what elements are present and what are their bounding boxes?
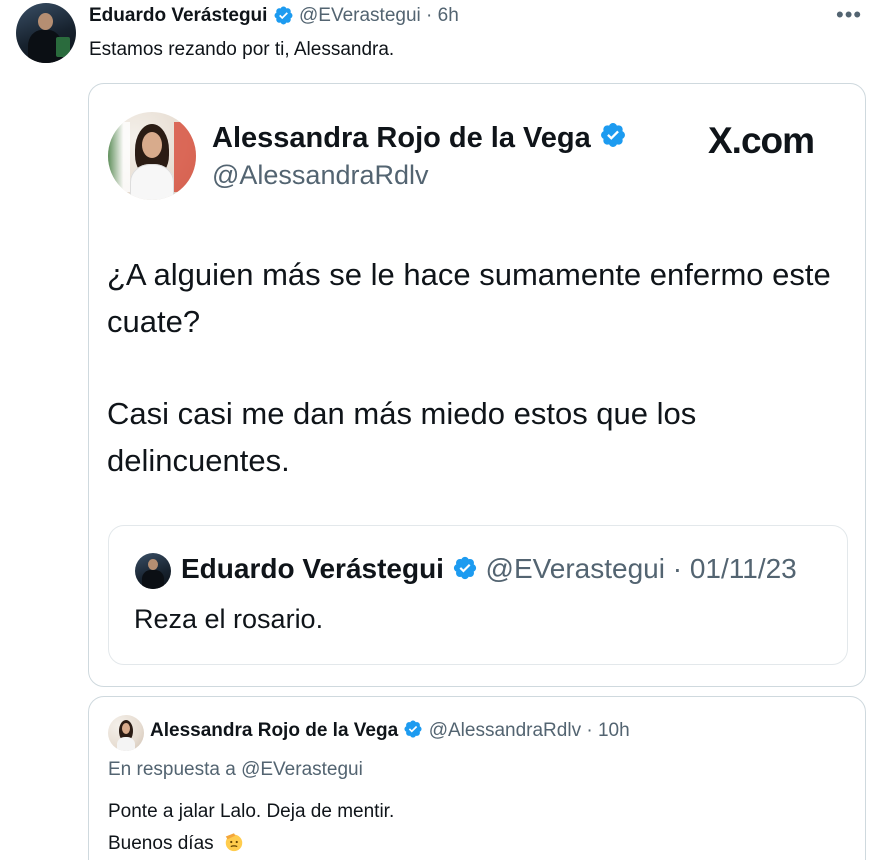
author-name[interactable]: Eduardo Verástegui <box>89 5 267 26</box>
quoted-tweet-date: 01/11/23 <box>689 553 797 584</box>
tweet-timestamp[interactable]: 6h <box>438 5 459 26</box>
avatar-body <box>142 570 164 589</box>
verified-badge-icon <box>600 123 625 147</box>
separator-dot: · <box>586 720 593 741</box>
screenshot-author-name-text: Alessandra Rojo de la Vega <box>212 122 591 154</box>
reply-timestamp[interactable]: 10h <box>598 720 630 741</box>
flag-decoration-left <box>108 122 130 192</box>
reply-text-line-with-emoji: Buenos días <box>108 831 245 855</box>
screenshot-author-name: Alessandra Rojo de la Vega <box>212 121 627 155</box>
quoted-author-handle: @EVerastegui <box>485 553 665 584</box>
verified-badge-icon <box>453 556 476 580</box>
avatar-face <box>142 132 162 158</box>
quoted-author-name: Eduardo Verástegui <box>181 553 444 584</box>
attached-image[interactable]: Alessandra Rojo de la Vega @AlessandraRd… <box>88 83 866 687</box>
author-avatar[interactable] <box>16 3 76 63</box>
separator-dot: · <box>426 5 433 26</box>
screenshot-text-paragraph: ¿A alguien más se le hace sumamente enfe… <box>107 257 831 339</box>
avatar-head <box>148 559 158 570</box>
screenshot-text-paragraph: Casi casi me dan más miedo estos que los… <box>107 396 697 478</box>
reply-author-name[interactable]: Alessandra Rojo de la Vega <box>150 720 398 741</box>
separator-dot: · <box>672 553 683 584</box>
tweet-header: Eduardo Verástegui @EVerastegui · 6h <box>89 5 459 27</box>
avatar-face <box>122 723 130 734</box>
quoted-tweet-text: Reza el rosario. <box>134 604 324 634</box>
reply-author-handle[interactable]: @AlessandraRdlv <box>429 720 581 741</box>
screenshot-author-handle: @AlessandraRdlv <box>212 160 429 190</box>
avatar-podium <box>56 37 70 57</box>
verified-badge-icon <box>274 7 293 25</box>
avatar-head <box>38 13 53 30</box>
screenshot-author-avatar <box>108 112 196 200</box>
screenshot-quoted-tweet: Eduardo Verástegui @EVerastegui · 01/11/… <box>108 525 848 665</box>
tweet-text: Estamos rezando por ti, Alessandra. <box>89 39 395 60</box>
more-options-icon[interactable]: ••• <box>836 2 862 28</box>
verified-badge-icon <box>404 720 422 738</box>
quoted-tweet-card[interactable]: Alessandra Rojo de la Vega @AlessandraRd… <box>88 696 866 860</box>
reply-header: Alessandra Rojo de la Vega @AlessandraRd… <box>150 719 630 742</box>
flag-decoration-right <box>174 122 196 192</box>
avatar-suit <box>130 164 174 200</box>
quoted-author-avatar <box>135 553 171 589</box>
reply-text-line: Ponte a jalar Lalo. Deja de mentir. <box>108 801 395 822</box>
reply-context: En respuesta a @EVerastegui <box>108 759 363 780</box>
author-handle[interactable]: @EVerastegui <box>299 5 421 26</box>
reply-author-avatar[interactable] <box>108 715 144 751</box>
x-com-logo: X.com <box>708 120 815 161</box>
saluting-face-icon <box>225 833 243 852</box>
avatar-suit <box>117 737 135 751</box>
reply-text-line: Buenos días <box>108 833 214 854</box>
quoted-tweet-header: Eduardo Verástegui @EVerastegui · 01/11/… <box>181 553 797 585</box>
